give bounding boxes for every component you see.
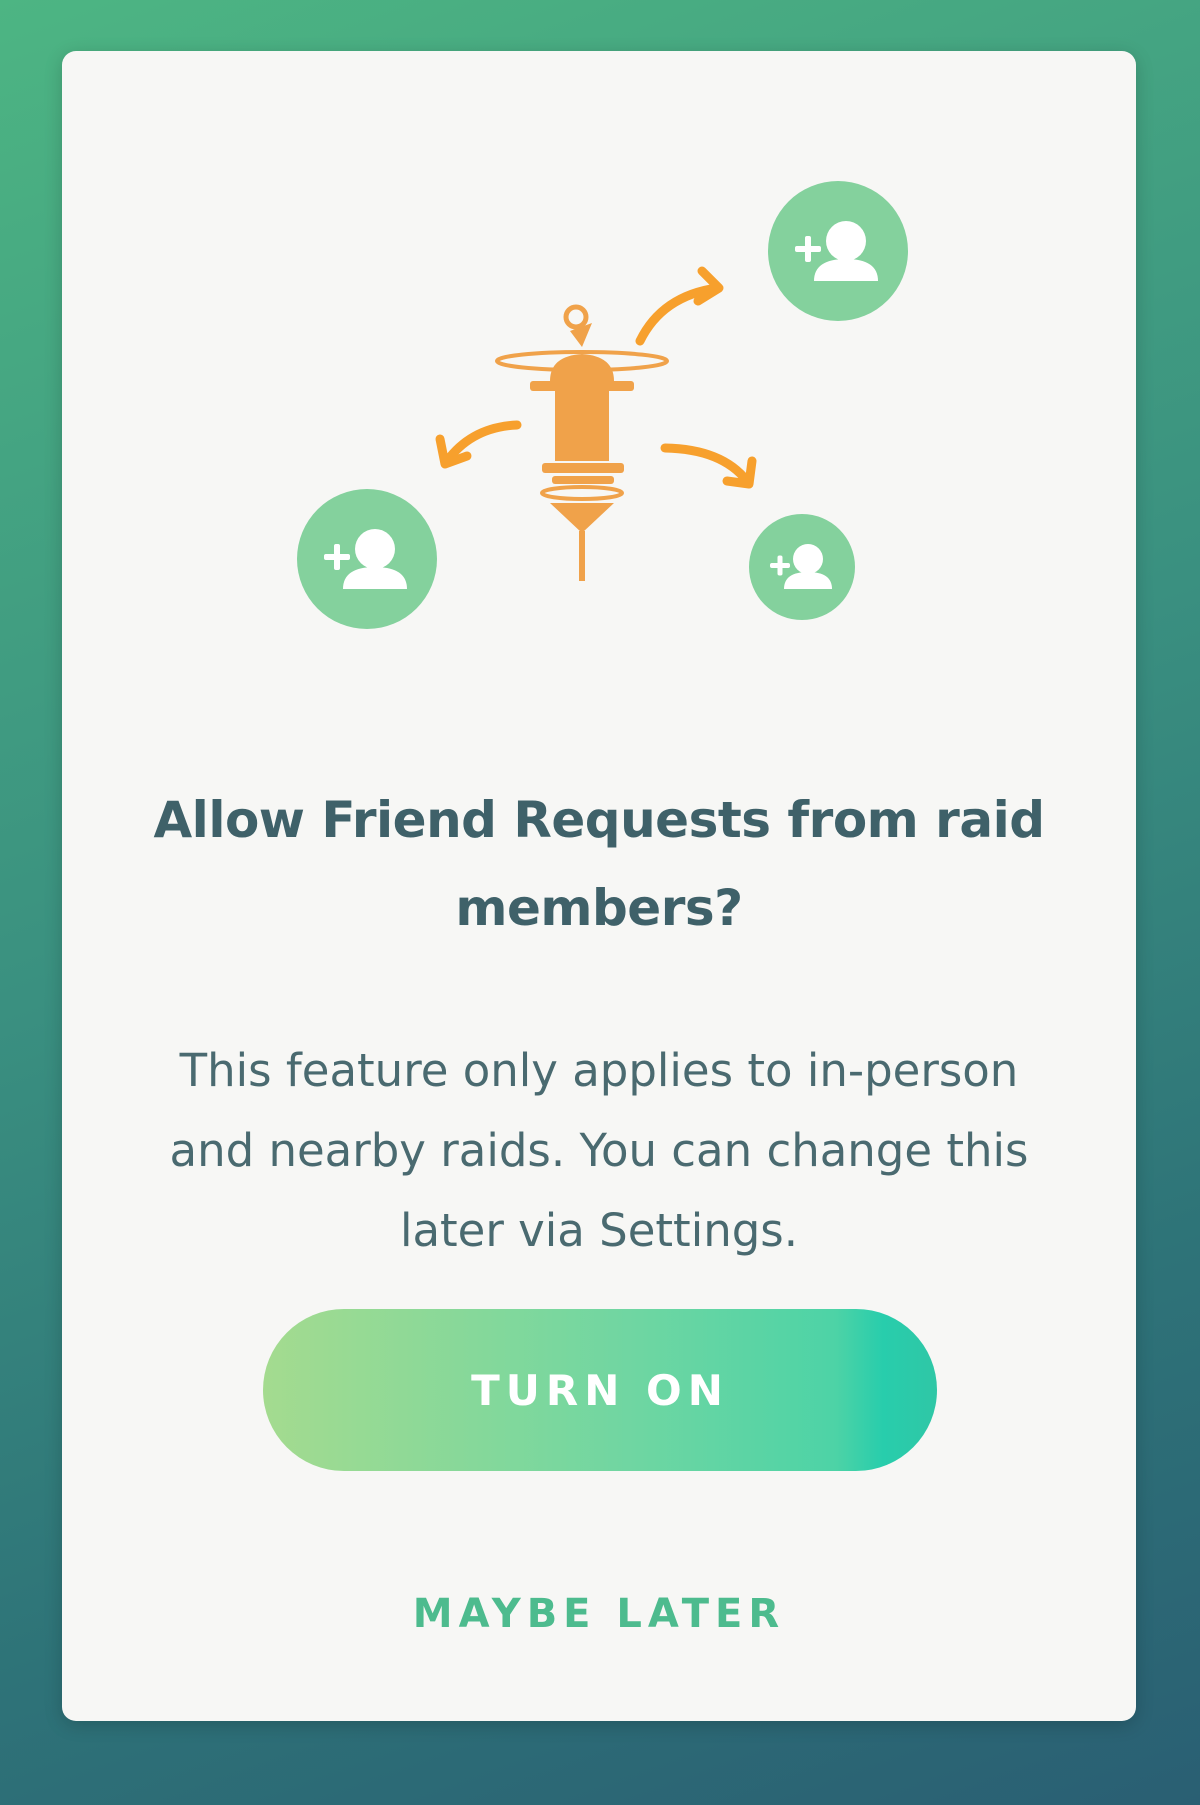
pokestop-icon (495, 304, 669, 581)
dialog-description: This feature only applies to in-person a… (169, 1044, 1029, 1257)
turn-on-button[interactable]: TURN ON (263, 1309, 937, 1471)
raid-friend-illustration (297, 181, 908, 629)
dialog-title: Allow Friend Requests from raid members? (153, 791, 1045, 937)
dialog-card: Allow Friend Requests from raid members?… (62, 51, 1136, 1721)
maybe-later-button[interactable]: MAYBE LATER (262, 1591, 936, 1637)
